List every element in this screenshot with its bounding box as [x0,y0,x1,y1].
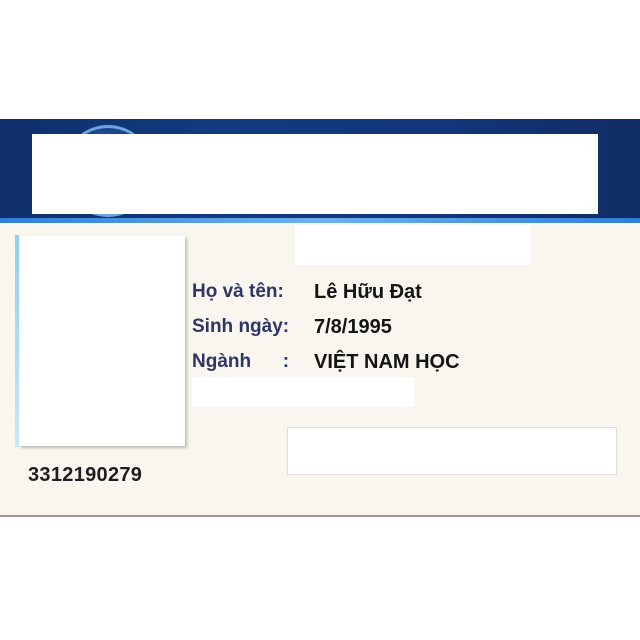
redacted-signature-area [287,427,617,475]
card-header-band [0,119,640,223]
name-label: Họ và tên: [192,281,284,302]
redacted-photo [19,236,185,446]
page: Họ và tên: Lê Hữu Đạt Sinh ngày: 7/8/199… [0,0,640,640]
major-label: Ngành : [192,351,290,372]
redacted-university-name [32,134,598,214]
dob-row: Sinh ngày: 7/8/1995 [192,312,392,342]
name-row: Họ và tên: Lê Hữu Đạt [192,277,422,307]
redacted-card-title [295,225,531,265]
name-value: Lê Hữu Đạt [314,280,422,303]
major-row: Ngành : VIỆT NAM HỌC [192,347,460,377]
dob-value: 7/8/1995 [314,315,392,338]
dob-label: Sinh ngày: [192,316,290,337]
redacted-extra-field [192,377,414,407]
student-id-number: 3312190279 [28,464,143,486]
major-value: VIỆT NAM HỌC [314,350,460,373]
student-id-card: Họ và tên: Lê Hữu Đạt Sinh ngày: 7/8/199… [0,119,640,517]
